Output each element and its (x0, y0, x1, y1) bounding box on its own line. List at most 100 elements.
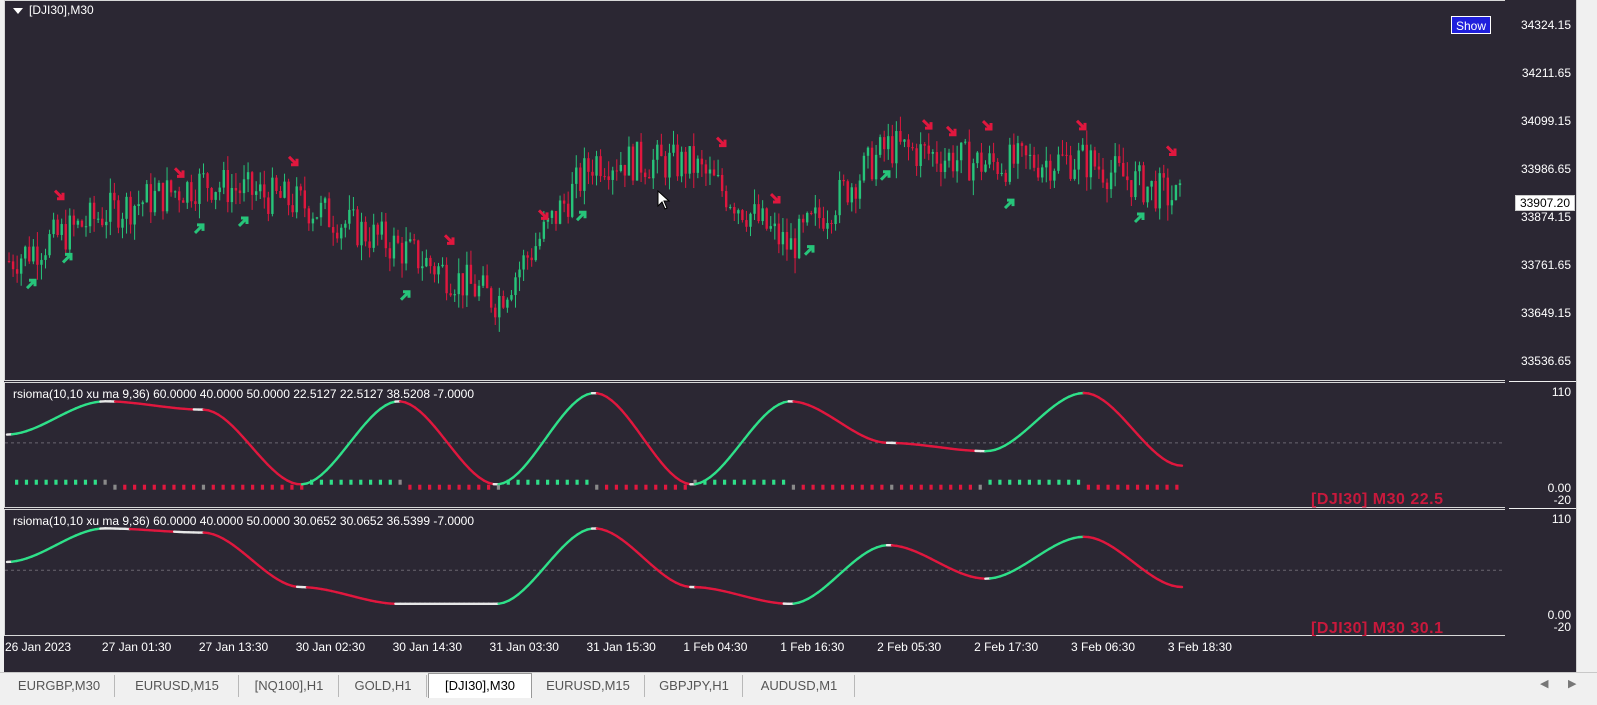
time-label: 2 Feb 05:30 (877, 640, 941, 654)
candle-body (778, 224, 780, 245)
candle-body (701, 159, 703, 165)
candlestick-chart[interactable] (5, 1, 1508, 380)
candle-body (555, 211, 557, 224)
tab-eurgbp-m30[interactable]: EURGBP,M30 (4, 675, 115, 697)
candle-body (924, 144, 926, 145)
candle-body (867, 148, 869, 156)
candle-body (328, 198, 330, 227)
chevron-left-icon[interactable]: ◀ (1540, 677, 1548, 690)
price-pane[interactable]: [DJI30],M30 Show (4, 0, 1509, 381)
indicator-1-axis[interactable]: 110 0.00 -20 (1505, 382, 1577, 508)
histogram-bar (172, 485, 175, 490)
candle-body (847, 181, 849, 202)
candle-body (535, 246, 537, 260)
tab-dji30-m30[interactable]: [DJI30],M30 (428, 673, 532, 698)
histogram-bar (566, 480, 569, 485)
histogram-bar (811, 485, 814, 490)
arrow-down-right-icon (539, 210, 547, 218)
candle-body (502, 296, 504, 308)
candle-body (664, 156, 666, 177)
candle-body (1134, 171, 1136, 197)
tab-nq100-h1[interactable]: [NQ100],H1 (240, 675, 339, 697)
arrow-down-right-icon (923, 120, 931, 128)
indicator-pane-2[interactable]: rsioma(10,10 xu ma 9,36) 60.0000 40.0000… (4, 509, 1509, 636)
arrow-down-right-icon (983, 121, 991, 129)
candle-body (417, 240, 419, 268)
candle-body (1138, 165, 1140, 171)
histogram-bar (1097, 485, 1100, 490)
candle-body (1021, 143, 1023, 146)
candle-body (214, 192, 216, 200)
candle-body (490, 288, 492, 307)
candle-body (332, 227, 334, 233)
tab-gold-h1[interactable]: GOLD,H1 (340, 675, 427, 697)
candle-body (1057, 155, 1059, 171)
histogram-bar (802, 485, 805, 490)
histogram-bar (467, 485, 470, 490)
price-tick: 33649.15 (1521, 306, 1571, 320)
histogram-bar (163, 485, 166, 490)
candle-body (595, 156, 597, 176)
tab-eurusd-m15-2[interactable]: EURUSD,M15 (532, 675, 645, 697)
candle-body (1179, 183, 1181, 185)
candle-body (1122, 163, 1124, 176)
tab-eurusd-m15[interactable]: EURUSD,M15 (116, 675, 239, 697)
rsioma-chart-1[interactable] (5, 383, 1508, 507)
histogram-bar (890, 485, 893, 490)
histogram-bar (487, 485, 490, 490)
candle-body (842, 180, 844, 181)
candle-body (810, 213, 812, 214)
candle-body (462, 273, 464, 295)
candle-body (1069, 155, 1071, 179)
candle-body (227, 170, 229, 202)
candle-body (77, 221, 79, 225)
candle-body (340, 228, 342, 239)
histogram-bar (713, 480, 716, 485)
candle-body (579, 168, 581, 191)
candle-body (275, 178, 277, 191)
candle-body (802, 219, 804, 223)
price-axis[interactable]: 34324.15 34211.65 34099.15 33986.65 3387… (1505, 0, 1577, 381)
tab-audusd-m1[interactable]: AUDUSD,M1 (744, 675, 855, 697)
time-label: 27 Jan 13:30 (199, 640, 268, 654)
histogram-bar (684, 485, 687, 490)
chart-area[interactable]: [DJI30],M30 Show rsioma(10,10 xu ma 9,36… (4, 0, 1509, 672)
candle-body (911, 147, 913, 148)
histogram-bar (900, 485, 903, 490)
chevron-right-icon[interactable]: ▶ (1568, 677, 1576, 690)
histogram-bar (153, 485, 156, 490)
candle-body (737, 210, 739, 213)
candle-body (81, 221, 83, 227)
candle-body (996, 162, 998, 174)
candle-body (56, 220, 58, 235)
candle-body (401, 243, 403, 264)
show-button[interactable]: Show (1451, 16, 1491, 34)
candle-body (895, 131, 897, 163)
candle-body (822, 218, 824, 229)
candle-body (198, 174, 200, 204)
arrow-up-right-icon (805, 247, 813, 255)
histogram-bar (54, 480, 57, 485)
price-tick: 33761.65 (1521, 258, 1571, 272)
candle-body (616, 170, 618, 171)
candle-body (498, 296, 500, 317)
candle-body (984, 165, 986, 172)
histogram-bar (1136, 485, 1139, 490)
indicator-2-axis[interactable]: 110 0.00 -20 (1505, 509, 1577, 636)
candle-body (855, 187, 857, 198)
indicator-pane-1[interactable]: rsioma(10,10 xu ma 9,36) 60.0000 40.0000… (4, 382, 1509, 508)
histogram-bar (497, 485, 500, 490)
candle-body (166, 180, 168, 211)
candle-body (40, 260, 42, 265)
time-axis[interactable]: 26 Jan 202327 Jan 01:3027 Jan 13:3030 Ja… (4, 636, 1509, 672)
arrow-down-right-icon (771, 194, 779, 202)
price-tick: 33986.65 (1521, 162, 1571, 176)
chart-tabs-bar: EURGBP,M30 EURUSD,M15 [NQ100],H1 GOLD,H1… (0, 672, 1597, 705)
histogram-bar (880, 485, 883, 490)
tab-gbpjpy-h1[interactable]: GBPJPY,H1 (646, 675, 743, 697)
candle-body (1167, 178, 1169, 206)
rsioma-chart-2[interactable] (5, 510, 1508, 635)
histogram-bar (251, 485, 254, 490)
candle-body (940, 164, 942, 172)
histogram-bar (84, 480, 87, 485)
